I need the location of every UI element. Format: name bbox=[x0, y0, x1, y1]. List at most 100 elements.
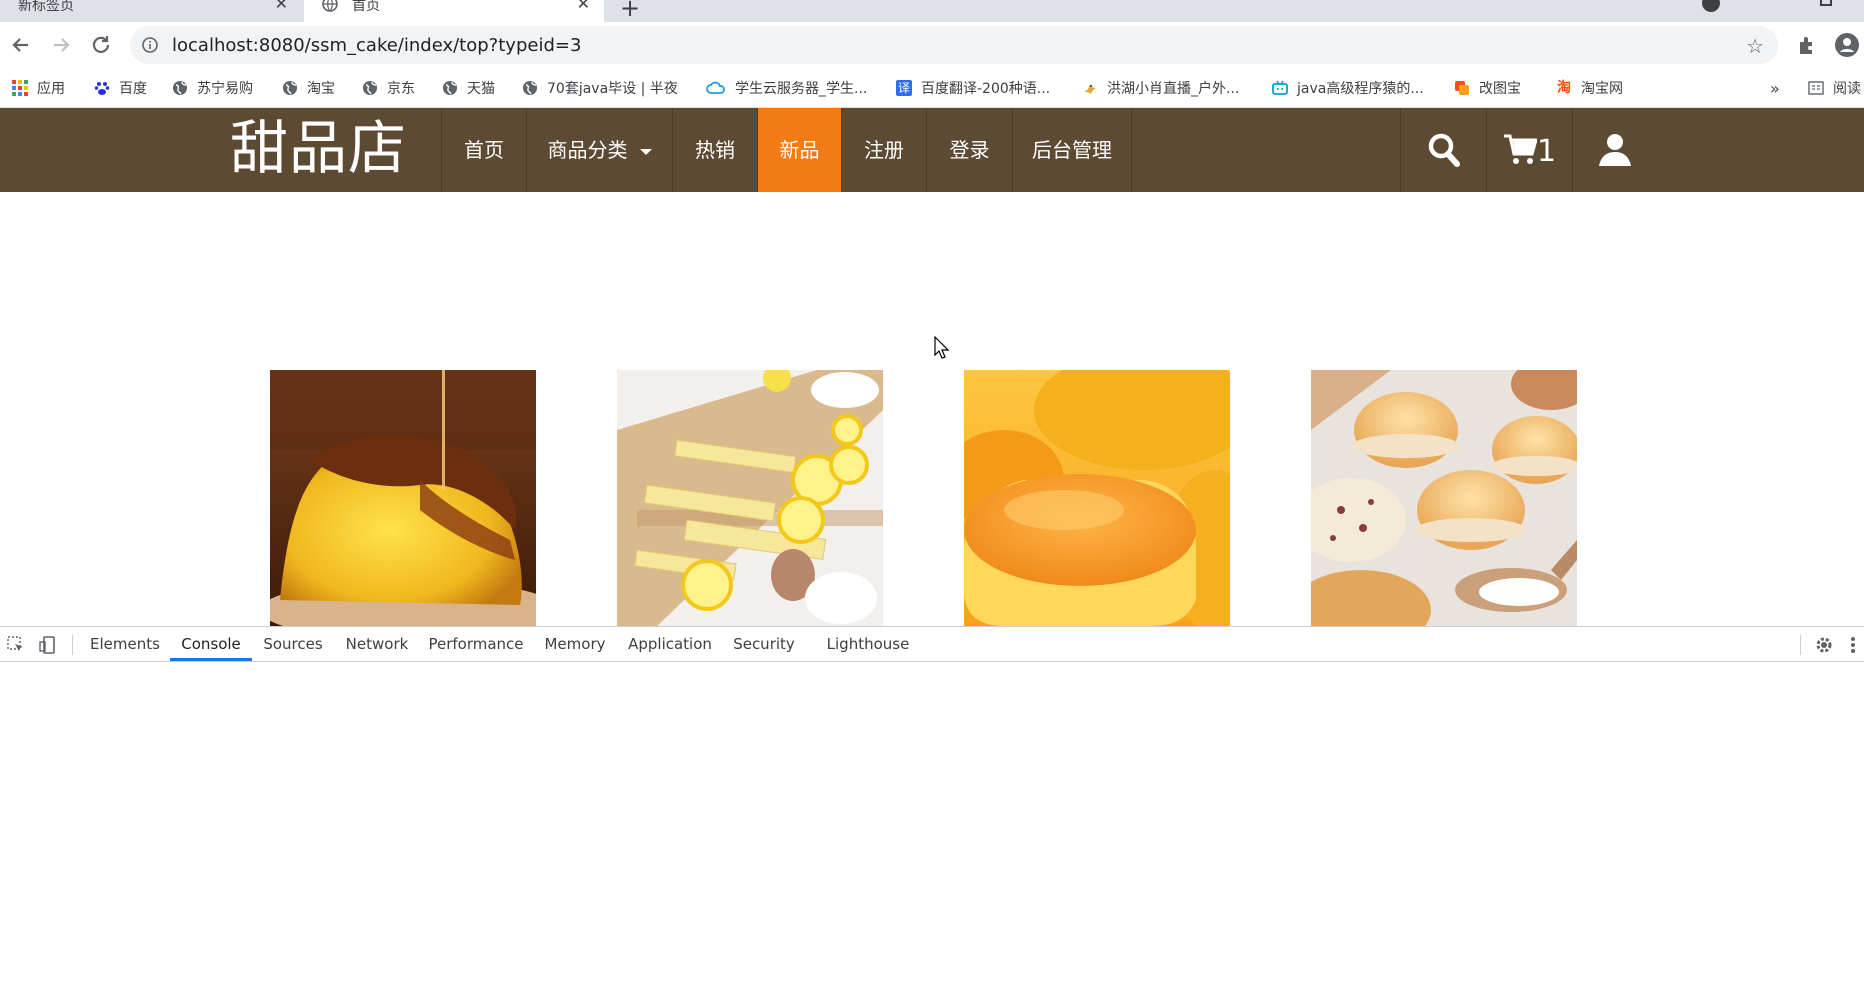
user-icon bbox=[1599, 134, 1631, 166]
product-image-lemon-cheese-bars[interactable] bbox=[617, 364, 897, 626]
site-logo[interactable]: 甜品店 bbox=[230, 112, 407, 184]
nav-label: 首页 bbox=[464, 138, 504, 162]
devtools-tab-label: Performance bbox=[428, 635, 524, 653]
product-card-4[interactable] bbox=[1291, 358, 1591, 650]
bookmark-jd[interactable]: 京东 bbox=[362, 78, 415, 98]
search-button[interactable] bbox=[1400, 108, 1486, 192]
bookmark-gaitubao[interactable]: 改图宝 bbox=[1454, 78, 1521, 98]
devtools-tab-memory[interactable]: Memory bbox=[536, 627, 614, 661]
bookmark-student-cloud[interactable]: 学生云服务器_学生... bbox=[706, 78, 867, 98]
bookmark-label: 淘宝网 bbox=[1581, 81, 1623, 97]
bookmark-label: 70套java毕设 | 半夜 bbox=[547, 81, 678, 97]
inspect-element-icon[interactable] bbox=[6, 635, 26, 655]
gear-icon[interactable] bbox=[1814, 635, 1834, 655]
tab-title: 新标签页 bbox=[18, 0, 74, 14]
bookmark-baidu-translate[interactable]: 译 百度翻译-200种语... bbox=[896, 78, 1050, 98]
devtools-tab-elements[interactable]: Elements bbox=[84, 627, 166, 661]
browser-tab-home[interactable]: 首页 ✕ bbox=[304, 0, 604, 22]
close-tab-icon[interactable]: ✕ bbox=[275, 0, 288, 12]
bookmark-taobao[interactable]: 淘宝 bbox=[282, 78, 335, 98]
product-card-3[interactable] bbox=[944, 350, 1264, 630]
taobao-icon: 淘 bbox=[1557, 80, 1571, 96]
bookmark-label: 苏宁易购 bbox=[197, 81, 253, 97]
more-options-icon[interactable] bbox=[1848, 635, 1858, 655]
bookmark-bilibili[interactable]: java高级程序猿的... bbox=[1272, 78, 1424, 98]
close-tab-icon[interactable]: ✕ bbox=[577, 0, 590, 12]
browser-tab-new-tab[interactable]: 新标签页 ✕ bbox=[0, 0, 302, 22]
bookmark-label: 洪湖小肖直播_户外... bbox=[1107, 81, 1240, 97]
nav-home[interactable]: 首页 bbox=[441, 108, 526, 192]
globe-icon bbox=[283, 81, 297, 95]
divider bbox=[1800, 635, 1801, 655]
nav-label: 注册 bbox=[864, 138, 904, 162]
devtools-tab-label: Memory bbox=[544, 635, 606, 653]
device-toolbar-icon[interactable] bbox=[38, 635, 58, 655]
bookmark-baidu[interactable]: 百度 bbox=[94, 78, 147, 98]
cart-icon bbox=[1504, 134, 1537, 164]
translate-icon: 译 bbox=[896, 80, 912, 96]
bookmark-star-icon[interactable]: ☆ bbox=[1746, 34, 1764, 58]
bookmark-taobao-net[interactable]: 淘 淘宝网 bbox=[1556, 78, 1623, 98]
product-image-buns[interactable] bbox=[1291, 358, 1591, 650]
bookmark-suning[interactable]: 苏宁易购 bbox=[172, 78, 253, 98]
extensions-puzzle-icon[interactable] bbox=[1796, 34, 1818, 56]
nav-login[interactable]: 登录 bbox=[926, 108, 1012, 192]
image-icon bbox=[1455, 81, 1469, 95]
caret-down-icon bbox=[639, 148, 652, 155]
nav-label: 商品分类 bbox=[547, 138, 628, 162]
reading-list-button[interactable]: 阅读 bbox=[1808, 78, 1861, 98]
bookmark-java-projects[interactable]: 70套java毕设 | 半夜 bbox=[522, 78, 678, 98]
cart-button[interactable]: 1 bbox=[1486, 108, 1572, 192]
devtools-tab-network[interactable]: Network bbox=[338, 627, 416, 661]
profile-avatar-icon[interactable] bbox=[1834, 32, 1860, 58]
devtools-tab-label: Security bbox=[733, 635, 795, 653]
globe-icon bbox=[322, 0, 338, 12]
reload-icon[interactable] bbox=[88, 32, 114, 58]
site-info-icon[interactable] bbox=[142, 37, 158, 53]
devtools-tab-security[interactable]: Security bbox=[726, 627, 802, 661]
user-button[interactable] bbox=[1572, 108, 1658, 192]
nav-label: 新品 bbox=[779, 138, 820, 162]
bookmark-label: 百度 bbox=[119, 81, 147, 97]
devtools-tab-label: Application bbox=[628, 635, 712, 653]
product-card-2[interactable] bbox=[617, 364, 897, 626]
product-image-cheese-cake[interactable] bbox=[944, 350, 1264, 630]
bookmarks-overflow-button[interactable]: » bbox=[1770, 78, 1780, 98]
devtools-tab-performance[interactable]: Performance bbox=[428, 627, 524, 661]
bird-icon bbox=[1084, 84, 1096, 94]
nav-new[interactable]: 新品 bbox=[757, 108, 841, 192]
devtools-tab-application[interactable]: Application bbox=[624, 627, 716, 661]
bookmark-apps[interactable]: 应用 bbox=[12, 78, 65, 98]
forward-arrow-icon[interactable] bbox=[48, 32, 74, 58]
baidu-paw-icon bbox=[94, 82, 110, 95]
nav-hot[interactable]: 热销 bbox=[672, 108, 757, 192]
nav-admin[interactable]: 后台管理 bbox=[1012, 108, 1132, 192]
devtools-tab-label: Network bbox=[345, 635, 409, 653]
new-tab-icon[interactable]: + bbox=[620, 0, 640, 22]
browser-tab-strip: 新标签页 ✕ 首页 ✕ + bbox=[0, 0, 1864, 22]
bookmark-live-stream[interactable]: 洪湖小肖直播_户外... bbox=[1082, 78, 1239, 98]
reading-list-icon bbox=[1808, 81, 1824, 95]
devtools-tab-label: Lighthouse bbox=[826, 635, 910, 653]
back-arrow-icon[interactable] bbox=[8, 32, 34, 58]
console-panel[interactable] bbox=[0, 662, 1864, 992]
globe-icon bbox=[173, 81, 187, 95]
restore-window-icon[interactable] bbox=[1820, 0, 1832, 6]
devtools-tab-sources[interactable]: Sources bbox=[254, 627, 332, 661]
nav-categories[interactable]: 商品分类 bbox=[526, 108, 672, 192]
bilibili-icon bbox=[1272, 80, 1288, 95]
product-image-caramel-cake[interactable] bbox=[260, 370, 560, 640]
address-bar[interactable]: localhost:8080/ssm_cake/index/top?typeid… bbox=[130, 26, 1778, 64]
chevron-double-right-icon: » bbox=[1770, 78, 1780, 98]
bookmark-label: 应用 bbox=[37, 81, 65, 97]
bookmark-label: 学生云服务器_学生... bbox=[735, 81, 868, 97]
devtools-tab-console[interactable]: Console bbox=[170, 627, 252, 661]
nav-register[interactable]: 注册 bbox=[841, 108, 926, 192]
nav-label: 热销 bbox=[695, 138, 735, 162]
devtools-tab-lighthouse[interactable]: Lighthouse bbox=[822, 627, 914, 661]
product-card-1[interactable] bbox=[260, 370, 560, 640]
devtools-tab-label: Elements bbox=[90, 635, 160, 653]
profile-download-icon[interactable] bbox=[1702, 0, 1720, 12]
bookmark-tmall[interactable]: 天猫 bbox=[442, 78, 495, 98]
bookmark-label: 百度翻译-200种语... bbox=[921, 81, 1051, 97]
